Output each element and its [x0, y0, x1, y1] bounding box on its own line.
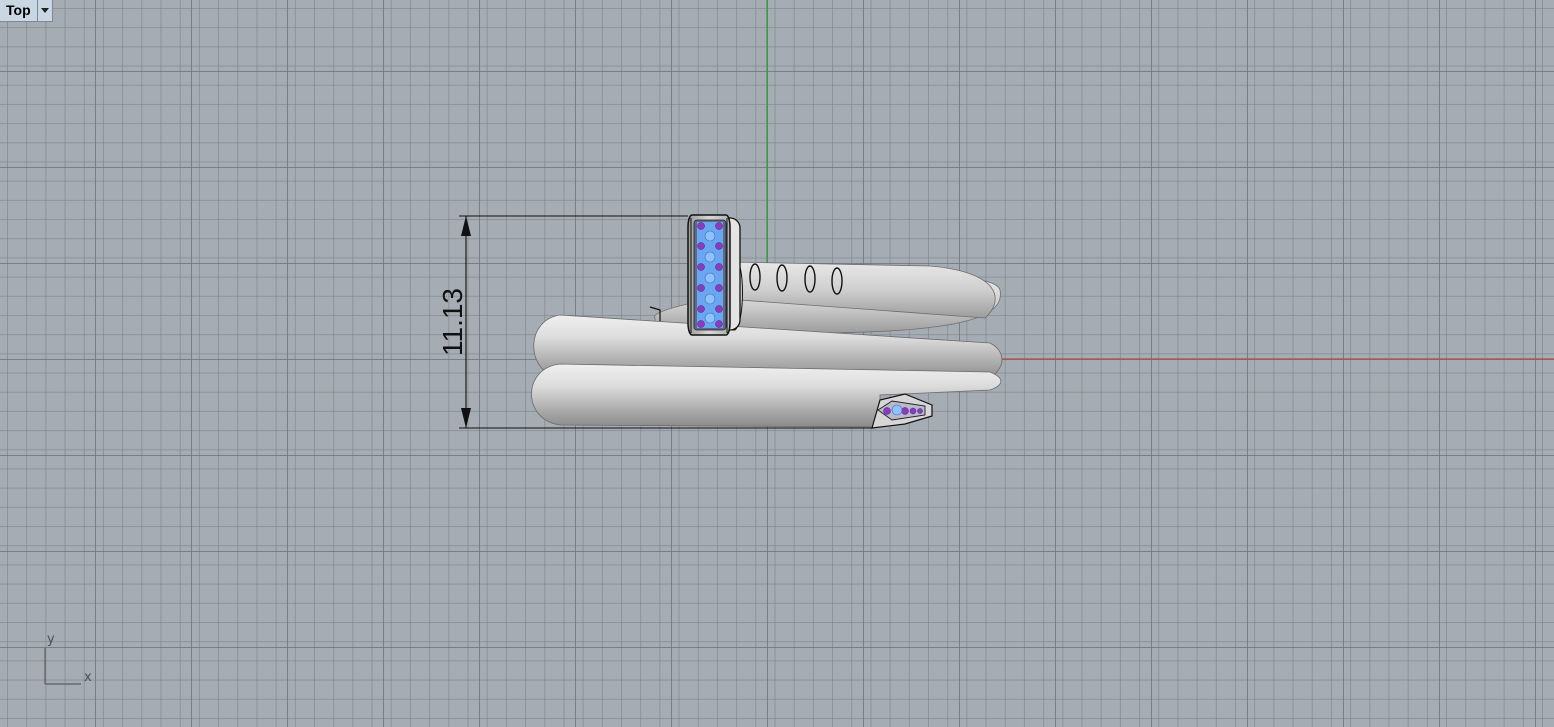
lower-coil — [531, 363, 1002, 428]
viewport-menu-button[interactable] — [36, 0, 52, 21]
dimension-value: 11.13 — [437, 288, 468, 356]
axes-indicator — [44, 648, 81, 685]
axis-x-label: x — [84, 670, 92, 685]
viewport-title[interactable]: Top — [0, 0, 37, 21]
viewport-tab: Top — [0, 0, 53, 22]
top-viewport[interactable]: 11.13 y x Top — [0, 0, 1554, 727]
chevron-down-icon — [40, 8, 49, 13]
axis-y-label: y — [47, 632, 55, 647]
nail-head — [687, 214, 743, 336]
nail-tip — [871, 393, 933, 429]
model-scene: 11.13 — [44, 0, 1554, 685]
